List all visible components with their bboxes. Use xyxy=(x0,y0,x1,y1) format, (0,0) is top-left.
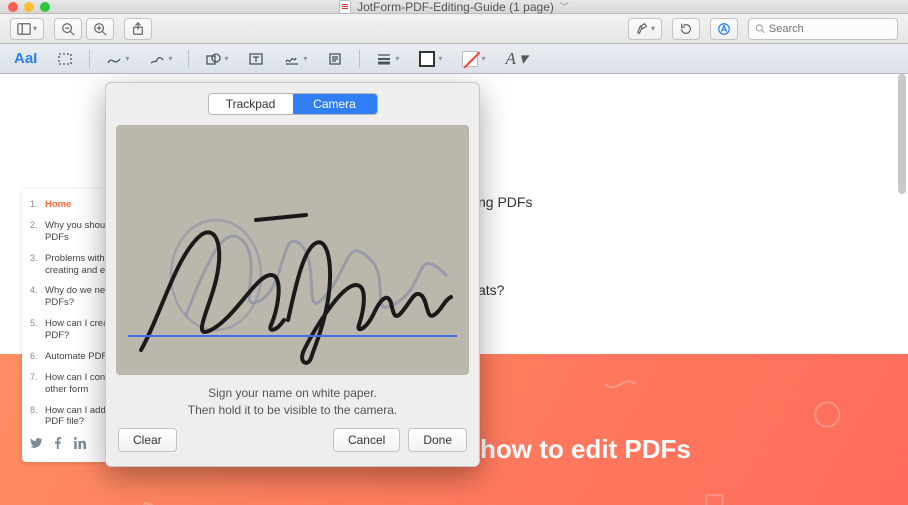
line-style-tool[interactable]: ▾ xyxy=(372,49,403,69)
main-toolbar: ▾ ▾ xyxy=(0,14,908,44)
shapes-tool[interactable]: ▾ xyxy=(201,49,232,69)
linkedin-icon[interactable] xyxy=(74,437,86,452)
signature-camera-preview xyxy=(116,125,469,375)
close-window-button[interactable] xyxy=(8,2,18,12)
sketch-tool[interactable]: ▾ xyxy=(102,49,133,69)
highlight-button[interactable]: ▾ xyxy=(628,18,662,40)
page-text-fragment: ng PDFs xyxy=(478,194,532,210)
draw-tool[interactable]: ▾ xyxy=(145,49,176,69)
text-selection-tool[interactable]: AaI xyxy=(10,48,41,69)
fill-color-tool[interactable]: ▾ xyxy=(458,49,489,69)
rect-selection-tool[interactable] xyxy=(53,49,77,69)
share-button[interactable] xyxy=(124,18,152,40)
trackpad-tab[interactable]: Trackpad xyxy=(209,94,293,114)
minimize-window-button[interactable] xyxy=(24,2,34,12)
banner-headline: how to edit PDFs xyxy=(480,434,691,465)
cancel-button[interactable]: Cancel xyxy=(333,428,400,452)
markup-toolbar-button[interactable] xyxy=(710,18,738,40)
fullscreen-window-button[interactable] xyxy=(40,2,50,12)
window-title: JotForm-PDF-Editing-Guide (1 page) xyxy=(357,0,554,14)
page-text-fragment: ats? xyxy=(478,282,504,298)
document-viewport: ng PDFs ats? how to edit PDFs Home Why y… xyxy=(0,74,908,505)
note-tool[interactable] xyxy=(323,49,347,69)
title-dropdown-chevron-icon[interactable]: ﹀ xyxy=(560,0,569,13)
sign-tool[interactable]: ▾ xyxy=(280,49,311,69)
search-field[interactable] xyxy=(748,18,898,40)
signature-source-segmented-control: Trackpad Camera xyxy=(208,93,378,115)
rotate-button[interactable] xyxy=(672,18,700,40)
twitter-icon[interactable] xyxy=(30,437,42,452)
border-color-tool[interactable]: ▾ xyxy=(415,49,446,69)
sidebar-toggle-button[interactable]: ▾ xyxy=(10,18,44,40)
signature-instructions: Sign your name on white paper. Then hold… xyxy=(116,385,469,420)
search-icon xyxy=(755,23,765,34)
textbox-tool[interactable] xyxy=(244,49,268,69)
signature-popover: Trackpad Camera Sign your name on white … xyxy=(105,82,480,467)
zoom-in-button[interactable] xyxy=(86,18,114,40)
search-input[interactable] xyxy=(769,23,891,35)
markup-toolbar: AaI ▾ ▾ ▾ ▾ ▾ ▾ ▾ A▾ xyxy=(0,44,908,74)
document-icon xyxy=(339,0,351,14)
vertical-scrollbar[interactable] xyxy=(898,74,906,194)
done-button[interactable]: Done xyxy=(408,428,467,452)
window-titlebar: JotForm-PDF-Editing-Guide (1 page) ﹀ xyxy=(0,0,908,14)
clear-button[interactable]: Clear xyxy=(118,428,177,452)
text-style-tool[interactable]: A▾ xyxy=(501,47,531,71)
zoom-out-button[interactable] xyxy=(54,18,82,40)
signature-baseline xyxy=(128,335,457,337)
camera-tab[interactable]: Camera xyxy=(293,94,377,114)
facebook-icon[interactable] xyxy=(52,437,64,452)
